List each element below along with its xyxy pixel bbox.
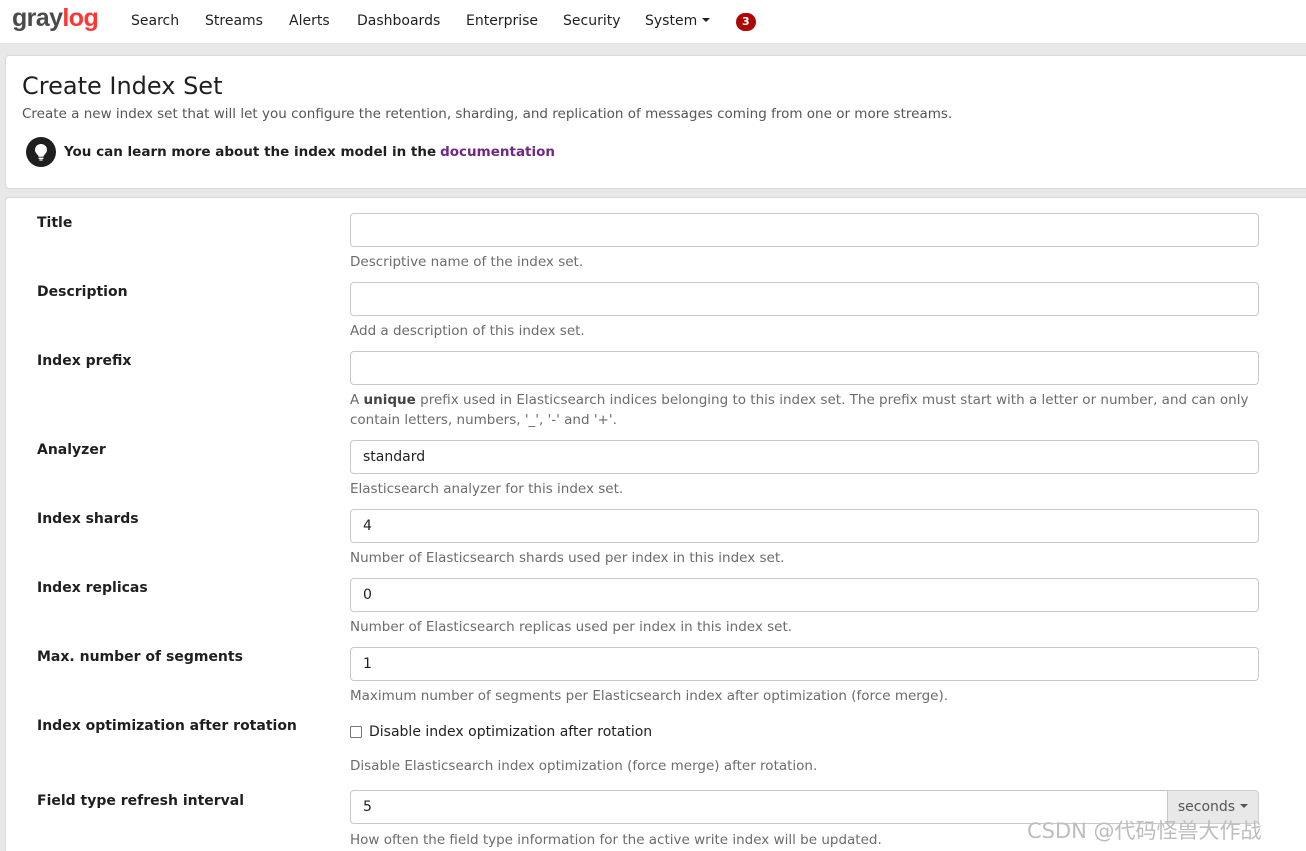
index-shards-label: Index shards [37,511,139,527]
index-prefix-help-bold: unique [363,392,416,408]
description-help: Add a description of this index set. [350,323,585,339]
index-replicas-input[interactable]: 0 [350,578,1259,612]
index-shards-help: Number of Elasticsearch shards used per … [350,550,785,566]
nav-system-label: System [645,13,698,29]
max-segments-input[interactable]: 1 [350,647,1259,681]
logo-text-gray: gray [12,4,63,32]
index-prefix-help-post: prefix used in Elasticsearch indices bel… [350,392,1249,428]
disable-optimization-row[interactable]: Disable index optimization after rotatio… [350,724,652,740]
nav-system-dropdown[interactable]: System [645,13,711,29]
description-label: Description [37,284,128,300]
index-replicas-help: Number of Elasticsearch replicas used pe… [350,619,793,635]
csdn-watermark: CSDN @代码怪兽大作战 [1027,819,1262,843]
index-replicas-label: Index replicas [37,580,148,596]
max-segments-label: Max. number of segments [37,649,243,665]
page-description: Create a new index set that will let you… [22,106,953,122]
documentation-hint-text: You can learn more about the index model… [64,144,437,160]
nav-security[interactable]: Security [563,13,621,29]
notifications-badge[interactable]: 3 [736,13,756,31]
description-input[interactable] [350,282,1259,316]
nav-dashboards[interactable]: Dashboards [357,13,440,29]
title-help: Descriptive name of the index set. [350,254,584,270]
disable-optimization-checkbox-label[interactable]: Disable index optimization after rotatio… [369,724,652,740]
optimization-label: Index optimization after rotation [37,718,297,734]
title-input[interactable] [350,213,1259,247]
page-title: Create Index Set [22,72,223,100]
refresh-interval-unit-label: seconds [1177,799,1236,815]
nav-search[interactable]: Search [131,13,179,29]
chevron-down-icon [702,18,711,22]
analyzer-help: Elasticsearch analyzer for this index se… [350,481,624,497]
index-prefix-help-pre: A [350,392,360,408]
index-prefix-input[interactable] [350,351,1259,385]
analyzer-label: Analyzer [37,442,106,458]
chevron-down-icon [1240,804,1249,808]
title-label: Title [37,215,73,231]
index-prefix-help: A unique prefix used in Elasticsearch in… [350,390,1262,430]
nav-alerts[interactable]: Alerts [289,13,330,29]
max-segments-help: Maximum number of segments per Elasticse… [350,688,949,704]
graylog-logo[interactable]: gray log [12,6,120,31]
index-prefix-label: Index prefix [37,353,132,369]
refresh-interval-label: Field type refresh interval [37,793,245,809]
index-shards-input[interactable]: 4 [350,509,1259,543]
disable-optimization-checkbox[interactable] [350,726,362,738]
optimization-help: Disable Elasticsearch index optimization… [350,758,818,774]
lightbulb-icon [26,137,56,167]
analyzer-input[interactable]: standard [350,440,1259,474]
nav-enterprise[interactable]: Enterprise [466,13,538,29]
logo-text-log: log [62,4,99,32]
index-set-form: Title Descriptive name of the index set.… [5,197,1306,851]
nav-streams[interactable]: Streams [205,13,263,29]
documentation-hint: You can learn more about the index model… [26,137,555,167]
documentation-link[interactable]: documentation [440,144,555,160]
page-header-panel: Create Index Set Create a new index set … [5,55,1306,189]
top-navbar: gray log Search Streams Alerts Dashboards… [0,0,1306,44]
